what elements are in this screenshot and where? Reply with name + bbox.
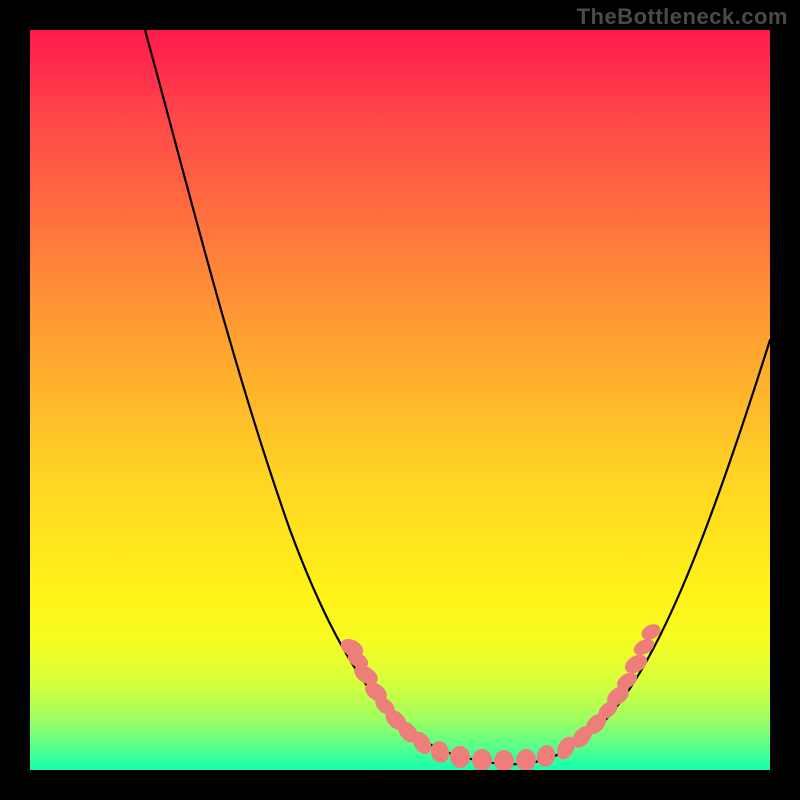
chart-plot-area [30, 30, 770, 770]
curve-bead [622, 651, 651, 677]
curve-beads-right [553, 621, 663, 762]
watermark-text: TheBottleneck.com [577, 4, 788, 30]
curve-bead [494, 750, 515, 770]
curve-bead [472, 749, 492, 770]
chart-frame: TheBottleneck.com [0, 0, 800, 800]
bottleneck-curve [145, 30, 770, 764]
curve-bead [534, 743, 557, 769]
curve-bead [515, 748, 538, 770]
curve-beads-left [338, 635, 435, 757]
curve-bead [631, 636, 657, 659]
curve-bead [428, 739, 451, 765]
chart-svg [30, 30, 770, 770]
curve-bead [449, 745, 471, 769]
curve-beads-bottom [428, 739, 557, 770]
